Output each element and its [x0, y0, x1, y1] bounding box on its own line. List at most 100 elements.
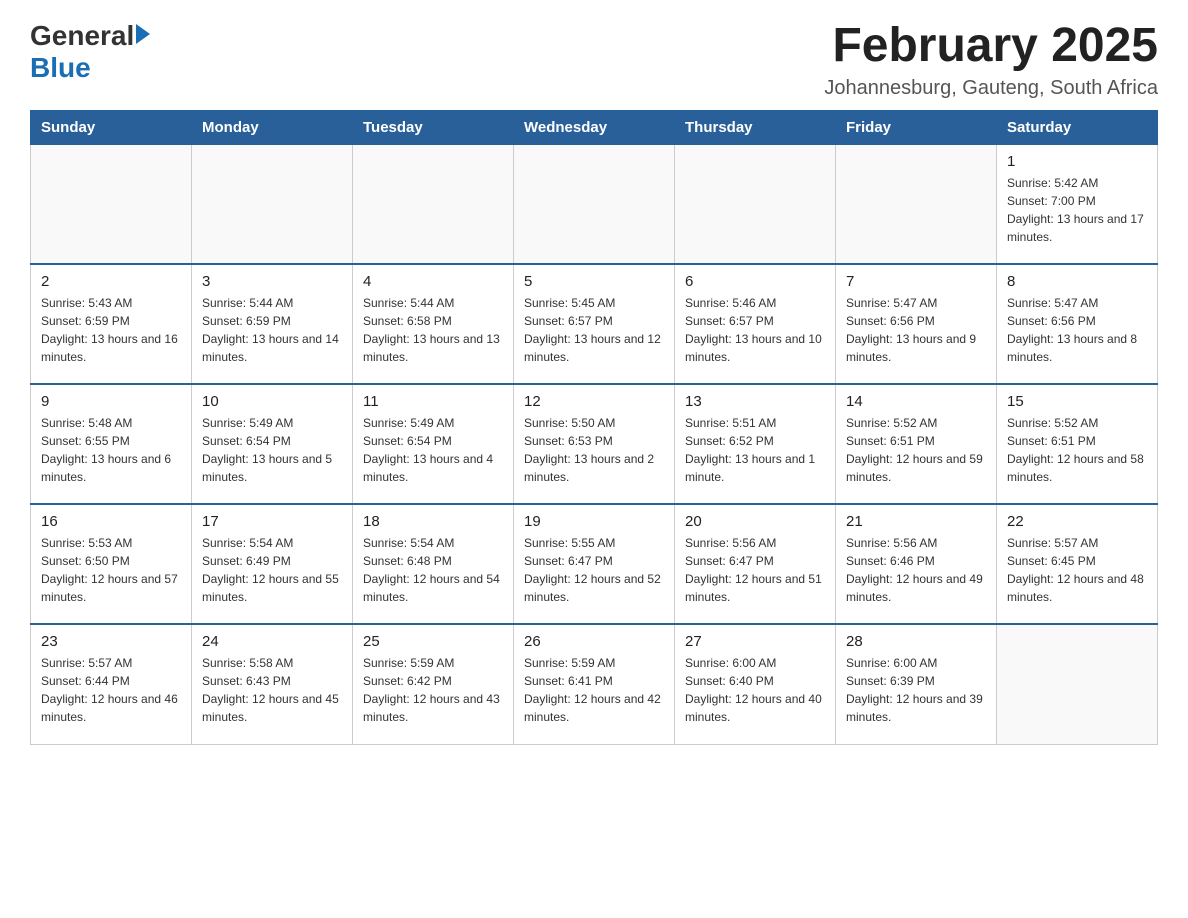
day-info: Sunrise: 5:46 AM Sunset: 6:57 PM Dayligh… — [685, 294, 825, 366]
day-info: Sunrise: 5:42 AM Sunset: 7:00 PM Dayligh… — [1007, 174, 1147, 246]
day-info: Sunrise: 5:44 AM Sunset: 6:59 PM Dayligh… — [202, 294, 342, 366]
day-info: Sunrise: 5:48 AM Sunset: 6:55 PM Dayligh… — [41, 414, 181, 486]
day-info: Sunrise: 5:49 AM Sunset: 6:54 PM Dayligh… — [363, 414, 503, 486]
day-info: Sunrise: 5:52 AM Sunset: 6:51 PM Dayligh… — [846, 414, 986, 486]
calendar-cell: 2 Sunrise: 5:43 AM Sunset: 6:59 PM Daylig… — [31, 264, 192, 384]
day-number: 2 — [41, 273, 181, 290]
calendar-header-wednesday: Wednesday — [514, 110, 675, 144]
day-info: Sunrise: 5:50 AM Sunset: 6:53 PM Dayligh… — [524, 414, 664, 486]
day-info: Sunrise: 5:58 AM Sunset: 6:43 PM Dayligh… — [202, 654, 342, 726]
day-info: Sunrise: 5:56 AM Sunset: 6:47 PM Dayligh… — [685, 534, 825, 606]
day-number: 4 — [363, 273, 503, 290]
calendar-header-friday: Friday — [836, 110, 997, 144]
day-number: 7 — [846, 273, 986, 290]
day-number: 10 — [202, 393, 342, 410]
calendar-cell — [836, 144, 997, 264]
calendar-week-row: 1 Sunrise: 5:42 AM Sunset: 7:00 PM Daylig… — [31, 144, 1158, 264]
day-info: Sunrise: 5:47 AM Sunset: 6:56 PM Dayligh… — [1007, 294, 1147, 366]
calendar-cell — [31, 144, 192, 264]
day-info: Sunrise: 5:55 AM Sunset: 6:47 PM Dayligh… — [524, 534, 664, 606]
day-info: Sunrise: 5:57 AM Sunset: 6:45 PM Dayligh… — [1007, 534, 1147, 606]
day-number: 13 — [685, 393, 825, 410]
calendar-week-row: 23 Sunrise: 5:57 AM Sunset: 6:44 PM Dayli… — [31, 624, 1158, 744]
calendar-cell: 21 Sunrise: 5:56 AM Sunset: 6:46 PM Dayli… — [836, 504, 997, 624]
calendar-cell: 1 Sunrise: 5:42 AM Sunset: 7:00 PM Daylig… — [997, 144, 1158, 264]
calendar-header-tuesday: Tuesday — [353, 110, 514, 144]
logo-arrow-icon — [136, 24, 150, 44]
calendar-cell: 10 Sunrise: 5:49 AM Sunset: 6:54 PM Dayli… — [192, 384, 353, 504]
calendar-cell — [997, 624, 1158, 744]
calendar-cell: 5 Sunrise: 5:45 AM Sunset: 6:57 PM Daylig… — [514, 264, 675, 384]
day-number: 25 — [363, 633, 503, 650]
day-number: 6 — [685, 273, 825, 290]
day-number: 3 — [202, 273, 342, 290]
calendar-cell: 11 Sunrise: 5:49 AM Sunset: 6:54 PM Dayli… — [353, 384, 514, 504]
calendar-cell: 3 Sunrise: 5:44 AM Sunset: 6:59 PM Daylig… — [192, 264, 353, 384]
calendar-cell — [192, 144, 353, 264]
calendar-cell: 14 Sunrise: 5:52 AM Sunset: 6:51 PM Dayli… — [836, 384, 997, 504]
calendar-cell: 15 Sunrise: 5:52 AM Sunset: 6:51 PM Dayli… — [997, 384, 1158, 504]
day-number: 22 — [1007, 513, 1147, 530]
calendar-cell: 17Sunrise: 5:54 AM Sunset: 6:49 PM Dayli… — [192, 504, 353, 624]
logo-general-text: General — [30, 20, 134, 52]
location-text: Johannesburg, Gauteng, South Africa — [824, 77, 1158, 100]
day-info: Sunrise: 5:56 AM Sunset: 6:46 PM Dayligh… — [846, 534, 986, 606]
calendar-header-saturday: Saturday — [997, 110, 1158, 144]
calendar-table: SundayMondayTuesdayWednesdayThursdayFrid… — [30, 110, 1158, 745]
calendar-cell: 25 Sunrise: 5:59 AM Sunset: 6:42 PM Dayli… — [353, 624, 514, 744]
month-title: February 2025 — [824, 20, 1158, 73]
calendar-cell: 23 Sunrise: 5:57 AM Sunset: 6:44 PM Dayli… — [31, 624, 192, 744]
day-info: Sunrise: 5:59 AM Sunset: 6:42 PM Dayligh… — [363, 654, 503, 726]
calendar-cell: 4 Sunrise: 5:44 AM Sunset: 6:58 PM Daylig… — [353, 264, 514, 384]
day-info: Sunrise: 5:54 AM Sunset: 6:48 PM Dayligh… — [363, 534, 503, 606]
logo-blue-text: Blue — [30, 52, 91, 84]
calendar-week-row: 2 Sunrise: 5:43 AM Sunset: 6:59 PM Daylig… — [31, 264, 1158, 384]
calendar-week-row: 16 Sunrise: 5:53 AM Sunset: 6:50 PM Dayli… — [31, 504, 1158, 624]
calendar-cell — [675, 144, 836, 264]
day-number: 11 — [363, 393, 503, 410]
calendar-cell — [514, 144, 675, 264]
day-number: 12 — [524, 393, 664, 410]
day-number: 1 — [1007, 153, 1147, 170]
calendar-cell: 13 Sunrise: 5:51 AM Sunset: 6:52 PM Dayli… — [675, 384, 836, 504]
calendar-cell: 9 Sunrise: 5:48 AM Sunset: 6:55 PM Daylig… — [31, 384, 192, 504]
calendar-cell: 16 Sunrise: 5:53 AM Sunset: 6:50 PM Dayli… — [31, 504, 192, 624]
day-number: 21 — [846, 513, 986, 530]
day-info: Sunrise: 5:52 AM Sunset: 6:51 PM Dayligh… — [1007, 414, 1147, 486]
calendar-week-row: 9 Sunrise: 5:48 AM Sunset: 6:55 PM Daylig… — [31, 384, 1158, 504]
calendar-header-sunday: Sunday — [31, 110, 192, 144]
day-info: Sunrise: 5:45 AM Sunset: 6:57 PM Dayligh… — [524, 294, 664, 366]
day-info: Sunrise: 5:51 AM Sunset: 6:52 PM Dayligh… — [685, 414, 825, 486]
day-info: Sunrise: 5:44 AM Sunset: 6:58 PM Dayligh… — [363, 294, 503, 366]
day-number: 15 — [1007, 393, 1147, 410]
calendar-cell: 20 Sunrise: 5:56 AM Sunset: 6:47 PM Dayli… — [675, 504, 836, 624]
day-number: 9 — [41, 393, 181, 410]
calendar-cell: 27Sunrise: 6:00 AM Sunset: 6:40 PM Dayli… — [675, 624, 836, 744]
calendar-cell: 18 Sunrise: 5:54 AM Sunset: 6:48 PM Dayli… — [353, 504, 514, 624]
day-info: Sunrise: 5:53 AM Sunset: 6:50 PM Dayligh… — [41, 534, 181, 606]
day-info: Sunrise: 5:57 AM Sunset: 6:44 PM Dayligh… — [41, 654, 181, 726]
day-info: Sunrise: 5:49 AM Sunset: 6:54 PM Dayligh… — [202, 414, 342, 486]
calendar-header-row: SundayMondayTuesdayWednesdayThursdayFrid… — [31, 110, 1158, 144]
logo: General Blue — [30, 20, 150, 84]
day-info: Sunrise: 5:43 AM Sunset: 6:59 PM Dayligh… — [41, 294, 181, 366]
day-number: 16 — [41, 513, 181, 530]
day-number: 8 — [1007, 273, 1147, 290]
day-number: 19 — [524, 513, 664, 530]
calendar-header-monday: Monday — [192, 110, 353, 144]
day-number: 20 — [685, 513, 825, 530]
calendar-cell: 12 Sunrise: 5:50 AM Sunset: 6:53 PM Dayli… — [514, 384, 675, 504]
calendar-cell: 7 Sunrise: 5:47 AM Sunset: 6:56 PM Daylig… — [836, 264, 997, 384]
day-info: Sunrise: 5:47 AM Sunset: 6:56 PM Dayligh… — [846, 294, 986, 366]
day-number: 23 — [41, 633, 181, 650]
day-number: 28 — [846, 633, 986, 650]
day-number: 5 — [524, 273, 664, 290]
day-info: Sunrise: 5:54 AM Sunset: 6:49 PM Dayligh… — [202, 534, 342, 606]
day-number: 24 — [202, 633, 342, 650]
day-number: 18 — [363, 513, 503, 530]
day-number: 14 — [846, 393, 986, 410]
calendar-cell: 19 Sunrise: 5:55 AM Sunset: 6:47 PM Dayli… — [514, 504, 675, 624]
day-number: 27 — [685, 633, 825, 650]
calendar-cell: 26Sunrise: 5:59 AM Sunset: 6:41 PM Dayli… — [514, 624, 675, 744]
calendar-cell: 28Sunrise: 6:00 AM Sunset: 6:39 PM Dayli… — [836, 624, 997, 744]
